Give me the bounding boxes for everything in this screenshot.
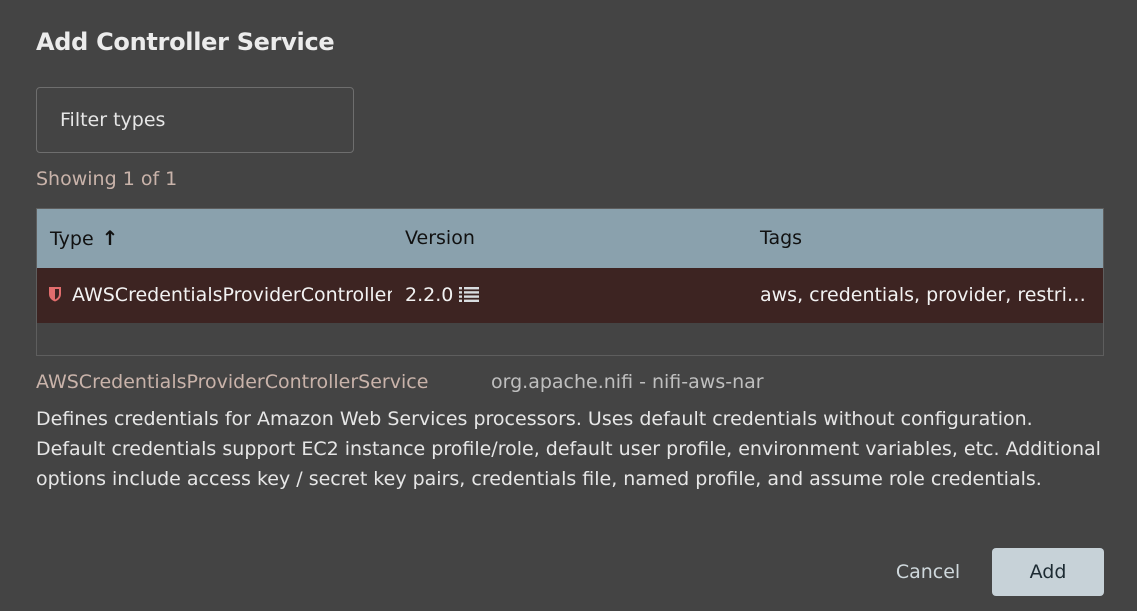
selected-type-name: AWSCredentialsProviderControllerService <box>36 371 429 393</box>
bundle-list-icon[interactable] <box>459 286 480 302</box>
selected-type-bundle: org.apache.nifi - nifi-aws-nar <box>491 371 764 393</box>
arrow-up-icon: ↑ <box>101 226 119 250</box>
selected-type-description: Defines credentials for Amazon Web Servi… <box>36 408 1101 490</box>
row-type-cell: AWSCredentialsProviderControllerService <box>48 268 392 323</box>
add-controller-service-dialog: Add Controller Service Showing 1 of 1 Ty… <box>0 0 1137 611</box>
table-header: Type ↑ Version Tags <box>37 209 1103 268</box>
column-header-tags[interactable]: Tags <box>760 209 802 268</box>
results-count: Showing 1 of 1 <box>36 168 178 190</box>
service-types-table: Type ↑ Version Tags AWSCredentialsProvide… <box>36 208 1104 356</box>
add-button[interactable]: Add <box>992 548 1104 596</box>
dialog-title: Add Controller Service <box>36 28 335 56</box>
column-header-type[interactable]: Type ↑ <box>50 209 118 268</box>
restricted-shield-icon <box>49 286 61 301</box>
row-version-label: 2.2.0 <box>405 284 454 306</box>
filter-field[interactable] <box>36 87 354 153</box>
column-header-type-label: Type <box>50 228 94 250</box>
cancel-button[interactable]: Cancel <box>878 548 978 596</box>
column-header-version[interactable]: Version <box>405 209 475 268</box>
row-version-cell: 2.2.0 <box>405 268 745 323</box>
row-type-label: AWSCredentialsProviderControllerService <box>72 284 392 306</box>
row-tags-cell: aws, credentials, provider, restricted <box>760 284 1090 306</box>
filter-types-input[interactable] <box>37 88 353 152</box>
table-row[interactable]: AWSCredentialsProviderControllerService … <box>37 268 1103 323</box>
